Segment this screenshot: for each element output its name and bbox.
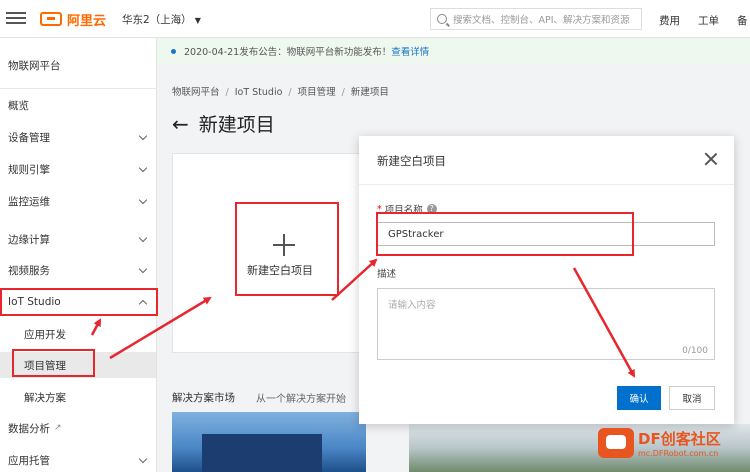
announcement-bar: 2020-04-21发布公告：物联网平台新功能发布！ 查看详情 bbox=[157, 38, 750, 64]
sidebar-item-app-hosting[interactable]: 应用托管 bbox=[0, 447, 156, 472]
logo-text: 阿里云 bbox=[67, 13, 107, 29]
nav-more[interactable]: 备 bbox=[737, 13, 748, 28]
sidebar-item-edge[interactable]: 边缘计算 bbox=[0, 226, 156, 252]
sidebar-item-label: 概览 bbox=[8, 99, 29, 112]
sidebar-item-label: 数据分析 bbox=[8, 422, 50, 435]
announcement-text: 2020-04-21发布公告：物联网平台新功能发布！ bbox=[184, 47, 392, 58]
search-placeholder: 搜索文档、控制台、API、解决方案和资源 bbox=[453, 15, 630, 26]
solution-market-subtitle: 从一个解决方案开始 bbox=[256, 394, 346, 405]
solution-thumbnail-building[interactable] bbox=[172, 412, 366, 472]
breadcrumb-item[interactable]: 项目管理 bbox=[298, 87, 336, 98]
sidebar-item-label: 应用开发 bbox=[24, 328, 66, 341]
info-dot-icon bbox=[171, 48, 176, 54]
sidebar-item-device-mgmt[interactable]: 设备管理 bbox=[0, 124, 156, 150]
char-counter: 0/100 bbox=[682, 346, 708, 356]
breadcrumb-current: 新建项目 bbox=[350, 87, 389, 98]
top-bar: 阿里云 华东2（上海） ▼ 搜索文档、控制台、API、解决方案和资源 费用 工单 … bbox=[0, 0, 750, 38]
nav-tickets[interactable]: 工单 bbox=[698, 13, 719, 28]
confirm-button[interactable]: 确认 bbox=[617, 386, 661, 410]
region-selector[interactable]: 华东2（上海） ▼ bbox=[122, 12, 201, 27]
breadcrumb-separator: / bbox=[225, 87, 229, 98]
sidebar-title: 物联网平台 bbox=[8, 60, 61, 72]
menu-icon[interactable] bbox=[6, 9, 26, 29]
dfrobot-logo-icon bbox=[598, 428, 634, 458]
cancel-button[interactable]: 取消 bbox=[669, 386, 715, 410]
page-title-text: 新建项目 bbox=[198, 114, 275, 136]
sidebar-item-label: 设备管理 bbox=[8, 131, 50, 144]
breadcrumb: 物联网平台 / IoT Studio / 项目管理 / 新建项目 bbox=[172, 84, 389, 98]
sidebar-item-label: 应用托管 bbox=[8, 454, 50, 467]
sidebar-item-label: 规则引擎 bbox=[8, 163, 50, 176]
description-label: 描述 bbox=[377, 269, 397, 280]
chevron-down-icon bbox=[138, 195, 148, 205]
sidebar-item-label: 监控运维 bbox=[8, 195, 50, 208]
breadcrumb-separator: / bbox=[288, 87, 292, 98]
annotation-box-blank-project bbox=[235, 202, 339, 296]
chevron-down-icon bbox=[138, 264, 148, 274]
sidebar-item-video[interactable]: 视频服务 bbox=[0, 257, 156, 283]
solution-market-title: 解决方案市场 bbox=[172, 392, 235, 404]
watermark-main: DF创客社区 bbox=[638, 430, 721, 448]
sidebar-item-solutions[interactable]: 解决方案 bbox=[0, 384, 156, 410]
sidebar-item-label: 边缘计算 bbox=[8, 233, 50, 246]
chevron-down-icon bbox=[138, 163, 148, 173]
annotation-box-project-mgmt bbox=[12, 349, 95, 377]
aliyun-logo[interactable]: 阿里云 bbox=[40, 9, 106, 29]
aliyun-logo-icon bbox=[40, 12, 62, 26]
sidebar-item-overview[interactable]: 概览 bbox=[0, 92, 156, 118]
chevron-down-icon bbox=[138, 233, 148, 243]
description-textarea[interactable] bbox=[377, 288, 715, 360]
annotation-box-iot-studio bbox=[0, 288, 158, 316]
close-icon[interactable] bbox=[704, 152, 718, 166]
announcement-link[interactable]: 查看详情 bbox=[391, 44, 429, 58]
dfrobot-watermark: DF创客社区 mc.DFRobot.com.cn bbox=[598, 428, 721, 458]
dialog-divider bbox=[359, 184, 734, 185]
back-arrow-icon[interactable]: ← bbox=[172, 112, 189, 136]
watermark-sub: mc.DFRobot.com.cn bbox=[638, 449, 719, 458]
search-icon bbox=[437, 14, 447, 24]
chevron-down-icon bbox=[138, 454, 148, 464]
sidebar-item-data-analysis[interactable]: 数据分析 ↗ bbox=[0, 415, 156, 441]
new-project-dialog: 新建空白项目 * 项目名称 ? 描述 0/100 确认 取消 bbox=[359, 136, 734, 424]
watermark-text: DF创客社区 mc.DFRobot.com.cn bbox=[638, 428, 721, 458]
sidebar: 物联网平台 概览 设备管理 规则引擎 监控运维 边缘计算 视频服务 IoT St… bbox=[0, 38, 157, 472]
caret-down-icon: ▼ bbox=[194, 16, 201, 25]
region-label: 华东2（上海） bbox=[122, 14, 192, 26]
annotation-box-name-field bbox=[376, 212, 634, 256]
dialog-title: 新建空白项目 bbox=[377, 154, 446, 168]
sidebar-item-label: 解决方案 bbox=[24, 391, 66, 404]
global-search[interactable]: 搜索文档、控制台、API、解决方案和资源 bbox=[430, 8, 642, 30]
nav-fees[interactable]: 费用 bbox=[659, 13, 680, 28]
sidebar-item-label: 视频服务 bbox=[8, 264, 50, 277]
sidebar-item-app-dev[interactable]: 应用开发 bbox=[0, 321, 156, 347]
sidebar-divider bbox=[0, 88, 157, 89]
sidebar-item-rules[interactable]: 规则引擎 bbox=[0, 156, 156, 182]
breadcrumb-item[interactable]: IoT Studio bbox=[235, 87, 283, 98]
breadcrumb-separator: / bbox=[341, 87, 345, 98]
external-link-icon: ↗ bbox=[54, 423, 62, 433]
breadcrumb-item[interactable]: 物联网平台 bbox=[172, 87, 220, 98]
chevron-down-icon bbox=[138, 131, 148, 141]
page-title: ← 新建项目 bbox=[172, 110, 275, 137]
sidebar-item-monitoring[interactable]: 监控运维 bbox=[0, 188, 156, 214]
